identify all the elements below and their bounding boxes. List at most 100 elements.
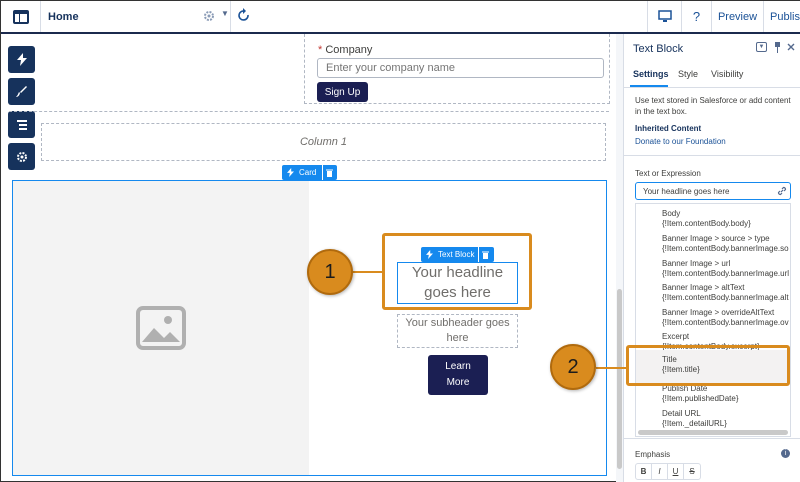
tab-settings[interactable]: Settings	[633, 69, 669, 79]
learn-more-label: Learn More	[445, 361, 471, 388]
option-expression: {!Item.contentBody.body}	[662, 219, 751, 228]
learn-more-button[interactable]: Learn More	[428, 355, 488, 395]
text-expression-label: Text or Expression	[635, 169, 701, 178]
strikethrough-button[interactable]: S	[684, 464, 700, 479]
option-name: Detail URL	[662, 409, 701, 418]
canvas-scroll-thumb[interactable]	[617, 289, 622, 469]
panel-description: Use text stored in Salesforce or add con…	[635, 96, 791, 116]
bold-button[interactable]: B	[636, 464, 652, 479]
column-label: Column 1	[299, 136, 348, 148]
sign-up-label: Sign Up	[324, 86, 361, 98]
layout-icon	[12, 9, 29, 24]
emphasis-label: Emphasis	[635, 450, 671, 459]
inherited-content-label: Inherited Content	[635, 124, 702, 133]
preview-button[interactable]: Preview	[711, 1, 763, 32]
sign-up-button[interactable]: Sign Up	[317, 82, 368, 102]
column-1-placeholder[interactable]: Column 1	[41, 123, 606, 161]
dropdown-h-scrollbar[interactable]	[638, 430, 788, 435]
brush-icon	[15, 85, 27, 97]
subheader-text-block[interactable]: Your subheader goes here	[397, 314, 518, 348]
subheader-text: Your subheader goes here	[405, 317, 510, 344]
emphasis-toolbar: B I U S	[635, 463, 701, 480]
callout-1-box	[382, 233, 532, 310]
italic-button[interactable]: I	[652, 464, 668, 479]
list-icon	[16, 119, 27, 130]
components-button[interactable]	[8, 46, 35, 73]
dropdown-option[interactable]: Detail URL {!Item._detailURL}	[636, 409, 790, 429]
card-chip[interactable]: Card	[282, 165, 337, 180]
callout-2-marker: 2	[550, 344, 596, 390]
help-icon: ?	[692, 9, 701, 24]
card-image-placeholder	[13, 181, 309, 475]
dropdown-option[interactable]: Banner Image > altText {!Item.contentBody…	[636, 283, 790, 303]
builder-menu-button[interactable]	[1, 1, 41, 32]
section-divider-panel	[624, 155, 800, 156]
dropdown-option[interactable]: Banner Image > source > type {!Item.conte…	[636, 234, 790, 254]
callout-2-number: 2	[567, 355, 579, 378]
device-preview-button[interactable]	[647, 1, 681, 32]
section-divider	[9, 111, 609, 112]
help-button[interactable]: ?	[681, 1, 711, 32]
dropdown-option[interactable]: Banner Image > overrideAltText {!Item.con…	[636, 308, 790, 328]
inherited-content-link[interactable]: Donate to our Foundation	[635, 137, 726, 146]
dropdown-option[interactable]: Publish Date {!Item.publishedDate}	[636, 384, 790, 404]
text-expression-input[interactable]: Your headline goes here	[635, 182, 791, 200]
option-expression: {!Item.publishedDate}	[662, 394, 739, 403]
required-mark: *	[318, 44, 323, 56]
option-expression: {!Item.contentBody.bannerImage.alt	[662, 293, 789, 302]
option-name: Body	[662, 209, 681, 218]
callout-1-number: 1	[324, 260, 336, 283]
delete-card-icon[interactable]	[322, 165, 334, 180]
page-selector[interactable]: Home ▼	[41, 1, 231, 32]
pin-icon[interactable]	[774, 42, 781, 53]
tab-divider	[624, 87, 800, 88]
link-icon[interactable]	[777, 186, 787, 196]
preview-label: Preview	[717, 10, 758, 23]
settings-button[interactable]	[8, 143, 35, 170]
publish-button[interactable]: Publish	[763, 1, 800, 32]
option-expression: {!Item.contentBody.bannerImage.so	[662, 244, 789, 253]
company-input[interactable]	[317, 58, 604, 78]
underline-button[interactable]: U	[668, 464, 684, 479]
option-name: Excerpt	[662, 332, 690, 341]
dropdown-option[interactable]: Banner Image > url {!Item.contentBody.ban…	[636, 259, 790, 279]
image-icon	[136, 306, 186, 350]
dropdown-option[interactable]: Body {!Item.contentBody.body}	[636, 209, 790, 229]
canvas-scrollbar[interactable]	[616, 34, 623, 482]
page-structure-button[interactable]	[8, 111, 35, 138]
option-expression: {!Item._detailURL}	[662, 419, 727, 428]
top-bar: Home ▼ ? Preview Publish	[1, 1, 800, 34]
tab-style[interactable]: Style	[678, 69, 698, 79]
option-name: Banner Image > altText	[662, 283, 745, 292]
callout-1-marker: 1	[307, 249, 353, 295]
card-chip-label: Card	[299, 168, 317, 177]
option-expression: {!Item.contentBody.bannerImage.url	[662, 269, 790, 278]
gear-icon	[16, 151, 27, 162]
expression-dropdown: Body {!Item.contentBody.body} Banner Imag…	[635, 203, 791, 437]
section-divider-emphasis	[624, 438, 800, 439]
text-expression-value: Your headline goes here	[643, 187, 730, 196]
refresh-icon[interactable]	[237, 8, 251, 24]
callout-2-line	[596, 367, 626, 369]
tab-visibility[interactable]: Visibility	[711, 69, 743, 79]
chevron-down-icon: ▼	[221, 9, 229, 18]
callout-1-line	[352, 271, 382, 273]
desktop-icon	[657, 10, 672, 22]
lightning-icon	[16, 53, 27, 66]
info-icon[interactable]: i	[781, 449, 790, 458]
close-icon[interactable]	[787, 43, 795, 51]
page-name: Home	[48, 10, 79, 23]
company-label: * Company	[318, 44, 372, 56]
option-expression: {!Item.contentBody.bannerImage.ov	[662, 318, 789, 327]
panel-menu-icon[interactable]: ▼	[756, 42, 767, 52]
lightning-icon	[287, 168, 294, 177]
gear-icon	[204, 11, 214, 21]
publish-label: Publish	[770, 10, 800, 23]
theme-button[interactable]	[8, 78, 35, 105]
option-name: Banner Image > source > type	[662, 234, 770, 243]
company-label-text: Company	[325, 44, 373, 56]
callout-2-box	[626, 345, 790, 386]
property-panel: Text Block ▼ Settings Style Visibility U…	[623, 34, 800, 482]
option-name: Banner Image > url	[662, 259, 731, 268]
panel-title: Text Block	[633, 43, 684, 55]
